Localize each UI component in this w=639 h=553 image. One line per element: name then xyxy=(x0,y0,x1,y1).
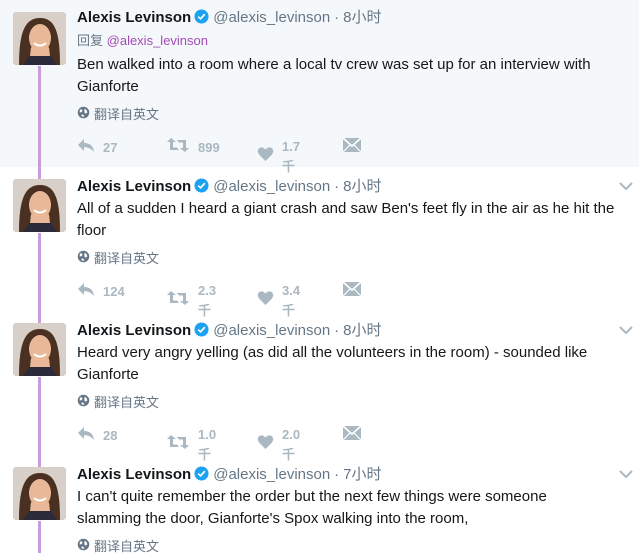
translate-label: 翻译自英文 xyxy=(94,539,160,553)
verified-badge-icon xyxy=(194,322,209,343)
thread-connector-line xyxy=(38,66,41,167)
verified-badge-icon xyxy=(194,466,209,487)
retweet-icon xyxy=(166,137,190,159)
avatar[interactable] xyxy=(13,12,66,65)
retweet-icon xyxy=(166,434,190,456)
display-name[interactable]: Alexis Levinson xyxy=(77,466,191,483)
display-name[interactable]: Alexis Levinson xyxy=(77,322,191,339)
tweet-text: I can't quite remember the order but the… xyxy=(77,486,637,530)
user-handle[interactable]: @alexis_levinson xyxy=(213,322,330,339)
thread-connector-line xyxy=(38,299,41,323)
separator-dot: · xyxy=(334,466,340,483)
separator-dot: · xyxy=(334,178,340,195)
reply-button[interactable]: 27 xyxy=(77,137,117,159)
heart-icon xyxy=(257,434,274,456)
thread-connector-line xyxy=(38,443,41,467)
avatar[interactable] xyxy=(13,323,66,376)
chevron-down-icon[interactable] xyxy=(619,178,633,196)
avatar[interactable] xyxy=(13,179,66,232)
translate-label: 翻译自英文 xyxy=(94,395,160,410)
verified-badge-icon xyxy=(194,9,209,30)
globe-icon xyxy=(77,250,90,268)
tweet-header: Alexis Levinson @alexis_levinson · 8小时 xyxy=(77,8,382,28)
tweet-text-line: Gianforte xyxy=(77,366,139,383)
tweet-thread: Alexis Levinson @alexis_levinson · 8小时 回复 @… xyxy=(0,0,639,553)
tweet-text-line: All of a sudden I heard a giant crash an… xyxy=(77,200,615,217)
envelope-icon xyxy=(342,281,362,303)
reply-count: 27 xyxy=(103,140,118,155)
tweet[interactable]: Alexis Levinson @alexis_levinson · 8小时 回复 @… xyxy=(0,0,639,174)
retweet-button[interactable]: 899 xyxy=(166,137,220,159)
tweet-text: Ben walked into a room where a local tv … xyxy=(77,54,637,98)
tweet-text-line: Heard very angry yelling (as did all the… xyxy=(77,344,588,361)
reply-count: 124 xyxy=(103,284,125,299)
timestamp[interactable]: 8小时 xyxy=(343,178,381,195)
reply-icon xyxy=(77,425,95,447)
timestamp[interactable]: 8小时 xyxy=(343,322,381,339)
envelope-icon xyxy=(342,137,362,159)
tweet-text-line: I can't quite remember the order but the… xyxy=(77,488,547,505)
globe-icon xyxy=(77,538,90,553)
heart-icon xyxy=(257,146,274,168)
tweet[interactable]: Alexis Levinson @alexis_levinson · 8小时 All … xyxy=(0,167,639,323)
verified-badge-icon xyxy=(194,178,209,199)
globe-icon xyxy=(77,106,90,124)
translate-link[interactable]: 翻译自英文 xyxy=(77,538,159,553)
tweet-text-line: Ben walked into a room where a local tv … xyxy=(77,56,591,73)
tweet-text: All of a sudden I heard a giant crash an… xyxy=(77,198,637,242)
retweet-count: 899 xyxy=(198,140,220,155)
reply-icon xyxy=(77,281,95,303)
tweet-header: Alexis Levinson @alexis_levinson · 7小时 xyxy=(77,465,382,485)
envelope-icon xyxy=(342,425,362,447)
direct-message-button[interactable] xyxy=(342,425,362,447)
retweet-icon xyxy=(166,290,190,312)
separator-dot: · xyxy=(334,9,340,26)
translate-link[interactable]: 翻译自英文 xyxy=(77,394,159,412)
globe-icon xyxy=(77,394,90,412)
reply-button[interactable]: 28 xyxy=(77,425,117,447)
chevron-down-icon[interactable] xyxy=(619,466,633,484)
avatar[interactable] xyxy=(13,467,66,520)
user-handle[interactable]: @alexis_levinson xyxy=(213,178,330,195)
tweet-header: Alexis Levinson @alexis_levinson · 8小时 xyxy=(77,177,382,197)
direct-message-button[interactable] xyxy=(342,137,362,159)
tweet[interactable]: Alexis Levinson @alexis_levinson · 7小时 I ca… xyxy=(0,443,639,553)
chevron-down-icon[interactable] xyxy=(619,322,633,340)
tweet-text-line: Gianforte xyxy=(77,78,139,95)
reply-prefix: 回复 xyxy=(77,33,104,48)
display-name[interactable]: Alexis Levinson xyxy=(77,178,191,195)
heart-icon xyxy=(257,290,274,312)
separator-dot: · xyxy=(334,322,340,339)
reply-handle-link[interactable]: @alexis_levinson xyxy=(107,33,208,48)
reply-button[interactable]: 124 xyxy=(77,281,125,303)
tweet-text-line: floor xyxy=(77,222,107,239)
translate-link[interactable]: 翻译自英文 xyxy=(77,106,159,124)
translate-label: 翻译自英文 xyxy=(94,107,160,122)
user-handle[interactable]: @alexis_levinson xyxy=(213,466,330,483)
user-handle[interactable]: @alexis_levinson xyxy=(213,9,330,26)
thread-connector-line xyxy=(38,167,41,179)
tweet[interactable]: Alexis Levinson @alexis_levinson · 8小时 Hear… xyxy=(0,299,639,467)
direct-message-button[interactable] xyxy=(342,281,362,303)
thread-connector-line xyxy=(38,521,41,553)
tweet-text-line: slamming the door, Gianforte's Spox walk… xyxy=(77,510,469,527)
tweet-header: Alexis Levinson @alexis_levinson · 8小时 xyxy=(77,321,382,341)
timestamp[interactable]: 8小时 xyxy=(343,9,381,26)
reply-context: 回复 @alexis_levinson xyxy=(77,32,208,50)
tweet-text: Heard very angry yelling (as did all the… xyxy=(77,342,637,386)
translate-label: 翻译自英文 xyxy=(94,251,160,266)
display-name[interactable]: Alexis Levinson xyxy=(77,9,191,26)
timestamp[interactable]: 7小时 xyxy=(343,466,381,483)
reply-icon xyxy=(77,137,95,159)
translate-link[interactable]: 翻译自英文 xyxy=(77,250,159,268)
reply-count: 28 xyxy=(103,428,118,443)
